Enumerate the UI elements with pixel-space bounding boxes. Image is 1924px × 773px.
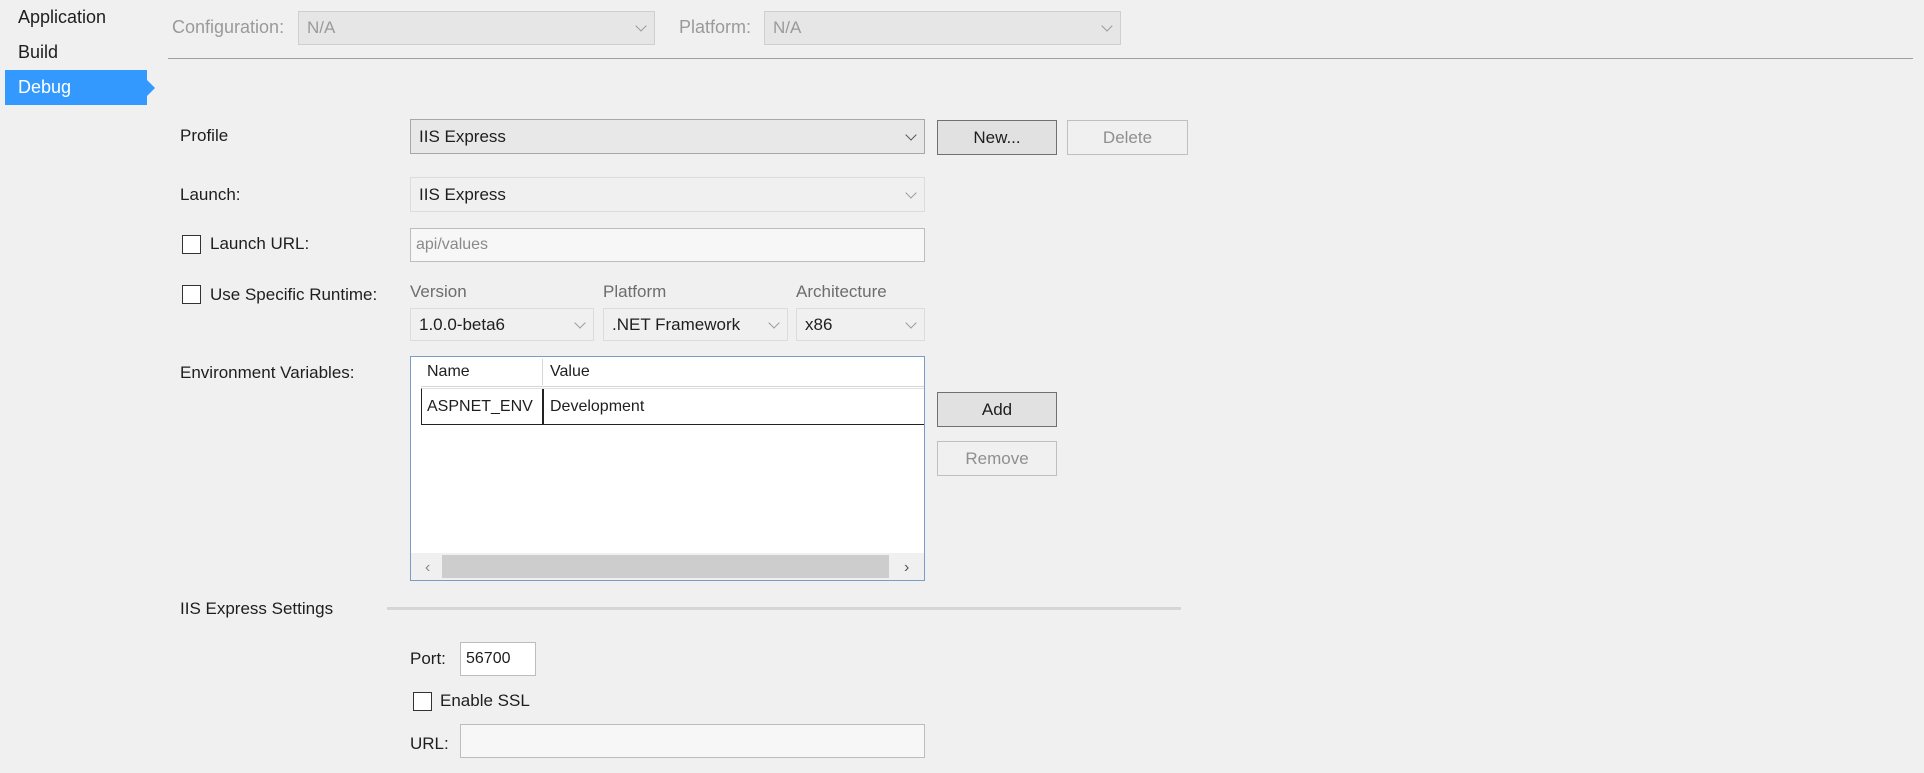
chevron-down-icon: [905, 186, 917, 199]
profile-label: Profile: [180, 126, 229, 145]
chevron-down-icon: [635, 20, 647, 32]
architecture-value: x86: [805, 314, 833, 334]
profile-value: IIS Express: [419, 126, 506, 146]
env-vars-label: Environment Variables:: [180, 363, 355, 382]
scroll-left-icon[interactable]: ‹: [425, 559, 430, 577]
runtime-platform-value: .NET Framework: [612, 314, 741, 334]
header-divider: [168, 58, 1913, 59]
table-row[interactable]: ASPNET_ENV Development: [421, 388, 924, 425]
env-vars-grid[interactable]: Name Value ASPNET_ENV Development ‹ ›: [410, 356, 925, 581]
configuration-label: Configuration:: [172, 17, 285, 37]
launch-url-label: Launch URL:: [210, 234, 310, 253]
platform-value: N/A: [773, 18, 802, 37]
launch-label: Launch:: [180, 185, 241, 204]
enable-ssl-checkbox[interactable]: [413, 692, 432, 711]
specific-runtime-label: Use Specific Runtime:: [210, 285, 378, 304]
delete-profile-button[interactable]: Delete: [1067, 120, 1188, 155]
configuration-value: N/A: [307, 18, 336, 37]
chevron-down-icon: [574, 316, 586, 329]
iis-settings-heading: IIS Express Settings: [180, 599, 334, 618]
cell-separator: [542, 389, 544, 424]
column-header-name[interactable]: Name: [427, 363, 470, 381]
env-name-cell[interactable]: ASPNET_ENV: [427, 398, 533, 416]
env-value-cell[interactable]: Development: [550, 398, 644, 416]
specific-runtime-checkbox[interactable]: [182, 285, 201, 304]
platform-select[interactable]: N/A: [764, 11, 1121, 45]
enable-ssl-label: Enable SSL: [440, 691, 530, 710]
url-label: URL:: [410, 734, 449, 753]
port-input[interactable]: 56700: [460, 642, 536, 676]
launch-select[interactable]: IIS Express: [410, 177, 925, 212]
architecture-label: Architecture: [796, 282, 887, 301]
nav-item-label: Build: [18, 42, 59, 62]
runtime-platform-label: Platform: [603, 282, 667, 301]
url-input[interactable]: [460, 724, 925, 758]
column-separator: [542, 359, 543, 385]
profile-select[interactable]: IIS Express: [410, 119, 925, 154]
selected-arrow-icon: [147, 80, 155, 96]
new-profile-button[interactable]: New...: [937, 120, 1057, 155]
nav-item-label: Debug: [18, 77, 72, 97]
launch-url-checkbox[interactable]: [182, 235, 201, 254]
grid-header: Name Value: [421, 357, 924, 387]
iis-settings-divider: [387, 607, 1181, 610]
nav-item-label: Application: [18, 7, 107, 27]
add-env-button[interactable]: Add: [937, 392, 1057, 427]
launch-url-input[interactable]: api/values: [410, 228, 925, 262]
launch-value: IIS Express: [419, 184, 506, 204]
version-label: Version: [410, 282, 467, 301]
platform-label: Platform:: [679, 17, 752, 37]
chevron-down-icon: [905, 128, 917, 141]
horizontal-scrollbar[interactable]: ‹ ›: [411, 553, 924, 580]
scroll-right-icon[interactable]: ›: [904, 559, 909, 577]
chevron-down-icon: [1101, 20, 1113, 32]
nav-item-application[interactable]: Application: [5, 0, 147, 35]
remove-env-button[interactable]: Remove: [937, 441, 1057, 476]
version-value: 1.0.0-beta6: [419, 314, 506, 334]
nav-item-build[interactable]: Build: [5, 35, 147, 70]
chevron-down-icon: [905, 316, 917, 329]
chevron-down-icon: [768, 316, 780, 329]
column-header-value[interactable]: Value: [550, 363, 590, 381]
port-label: Port:: [410, 649, 446, 668]
configuration-select[interactable]: N/A: [298, 11, 655, 45]
runtime-platform-select[interactable]: .NET Framework: [603, 308, 788, 341]
nav-item-debug[interactable]: Debug: [5, 70, 155, 105]
version-select[interactable]: 1.0.0-beta6: [410, 308, 594, 341]
scrollbar-thumb[interactable]: [442, 555, 889, 578]
architecture-select[interactable]: x86: [796, 308, 925, 341]
